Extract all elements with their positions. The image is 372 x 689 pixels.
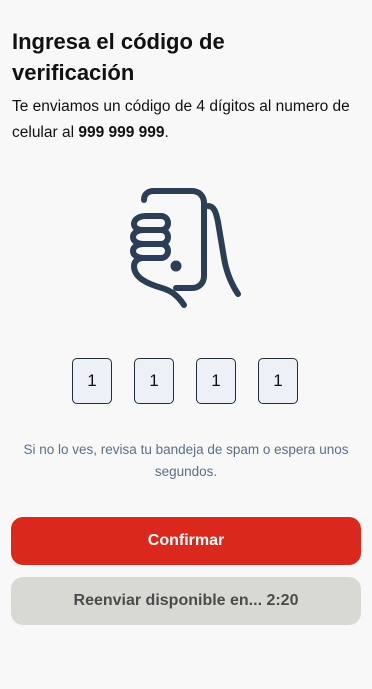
code-digit-3[interactable] bbox=[196, 358, 236, 404]
page-title: Ingresa el código de verificación bbox=[12, 29, 225, 85]
code-digit-2[interactable] bbox=[134, 358, 174, 404]
code-digit-1[interactable] bbox=[72, 358, 112, 404]
phone-number: 999 999 999 bbox=[78, 124, 165, 141]
code-digit-4[interactable] bbox=[258, 358, 298, 404]
resend-button[interactable]: Reenviar disponible en... 2:20 bbox=[11, 577, 361, 625]
sms-sent-message: Te enviamos un código de 4 dígitos al nu… bbox=[12, 94, 364, 146]
message-suffix: . bbox=[164, 124, 169, 141]
hand-holding-phone-icon bbox=[124, 186, 248, 314]
confirm-button[interactable]: Confirmar bbox=[11, 517, 361, 565]
verification-screen: Ingresa el código de verificación Te env… bbox=[0, 0, 372, 689]
spam-hint: Si no lo ves, revisa tu bandeja de spam … bbox=[23, 442, 349, 479]
code-input-group bbox=[72, 358, 300, 406]
message-text: Te enviamos un código de 4 dígitos al nu… bbox=[12, 98, 350, 141]
